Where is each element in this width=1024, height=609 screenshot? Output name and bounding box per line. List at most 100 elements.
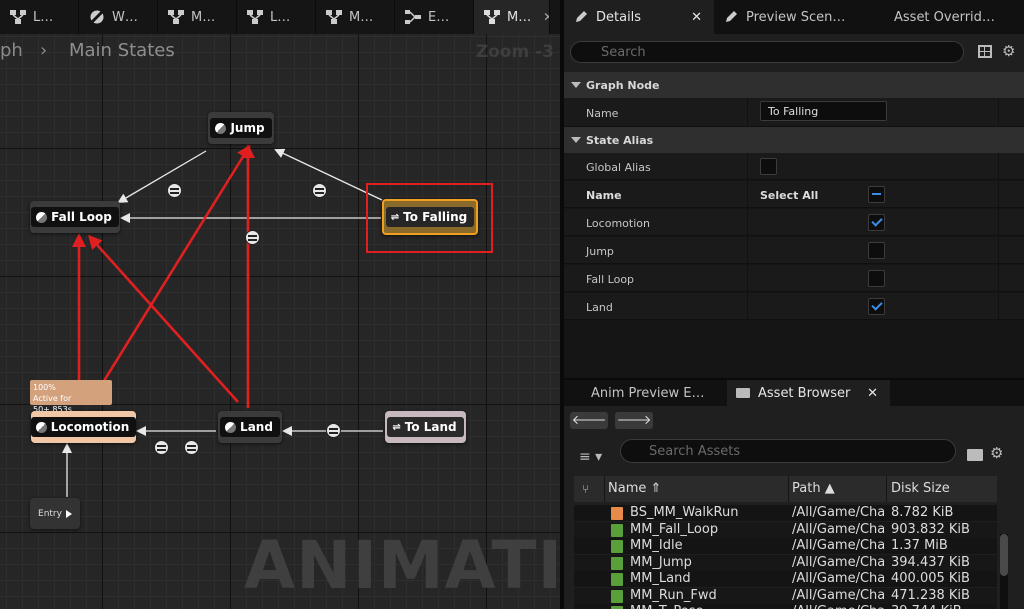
- transition-rule-icon[interactable]: [184, 440, 199, 455]
- close-icon[interactable]: ✕: [691, 10, 702, 25]
- column-disk-size[interactable]: Disk Size: [891, 481, 950, 496]
- tab-anim-preview-editor[interactable]: Anim Preview E…: [564, 380, 727, 406]
- asset-row[interactable]: MM_Jump/All/Game/Cha 394.437 KiB: [574, 554, 997, 571]
- asset-size: 1.37 MiB: [891, 538, 948, 553]
- asset-name: MM_Idle: [630, 538, 683, 553]
- branch-icon[interactable]: ⑂: [582, 482, 589, 496]
- asset-row[interactable]: MM_Run_Fwd/All/Game/Cha 471.238 KiB: [574, 587, 997, 604]
- state-icon: [36, 211, 48, 223]
- scrollbar-thumb[interactable]: [1000, 534, 1008, 576]
- state-checkbox-jump[interactable]: [868, 242, 885, 259]
- alias-icon: ⇌: [390, 211, 400, 223]
- gear-icon[interactable]: ⚙: [1002, 42, 1015, 60]
- property-row-state: Land: [564, 293, 1024, 320]
- transition-rule-icon[interactable]: [326, 423, 341, 438]
- animation-sequence-icon: [611, 540, 623, 553]
- state-icon: [225, 421, 237, 433]
- tab-asset-browser[interactable]: Asset Browser ✕: [727, 380, 890, 406]
- property-row-name: Name: [564, 98, 1024, 127]
- section-title: Graph Node: [586, 78, 660, 92]
- column-name[interactable]: Name ⇑: [608, 481, 661, 496]
- state-node-land[interactable]: Land: [218, 411, 282, 443]
- state-node-label: Fall Loop: [51, 210, 112, 224]
- gear-icon[interactable]: ⚙: [990, 444, 1003, 462]
- asset-row[interactable]: MM_Fall_Loop/All/Game/Cha 903.832 KiB: [574, 521, 997, 538]
- scrollbar[interactable]: [1000, 534, 1008, 609]
- details-icon: [576, 11, 587, 22]
- arrow-left-icon: 🡐: [571, 413, 607, 428]
- search-assets-input[interactable]: [620, 439, 956, 463]
- asset-row[interactable]: BS_MM_WalkRun/All/Game/Cha 8.782 KiB: [574, 505, 997, 521]
- asset-path: /All/Game/Cha: [792, 571, 884, 586]
- global-alias-checkbox[interactable]: [760, 158, 777, 175]
- entry-node[interactable]: Entry: [30, 498, 80, 529]
- state-checkbox-land[interactable]: [868, 298, 885, 315]
- close-icon[interactable]: ✕: [867, 386, 878, 401]
- caret-down-icon: [571, 137, 581, 143]
- transition-wires: [62, 144, 383, 497]
- property-matrix-icon[interactable]: [978, 45, 992, 58]
- red-arrow-4: [87, 234, 239, 403]
- asset-size: 903.832 KiB: [891, 521, 970, 537]
- section-state-alias[interactable]: State Alias: [564, 127, 1024, 153]
- asset-browser-panel: Anim Preview E… Asset Browser ✕ 🡐 🡒 ≡ ▾ …: [564, 380, 1024, 609]
- state-checkbox-fall-loop[interactable]: [868, 270, 885, 287]
- asset-size: 394.437 KiB: [891, 554, 970, 570]
- select-all-checkbox[interactable]: [868, 186, 885, 203]
- animation-sequence-icon: [611, 523, 623, 537]
- transition-rule-icon[interactable]: [167, 183, 182, 198]
- back-button[interactable]: 🡐: [570, 412, 608, 429]
- transition-rule-icon[interactable]: [245, 230, 260, 245]
- property-label: Name: [586, 189, 622, 202]
- transition-rule-icon[interactable]: [312, 183, 327, 198]
- exec-pin-icon[interactable]: [65, 509, 72, 518]
- property-row-state: Fall Loop: [564, 265, 1024, 292]
- animation-sequence-icon: [611, 556, 623, 570]
- alias-node-to-falling[interactable]: ⇌ To Falling: [382, 199, 478, 235]
- column-path[interactable]: Path ▲: [792, 481, 835, 496]
- select-all-label: Select All: [760, 189, 819, 202]
- asset-name: MM_T_Pose: [630, 604, 786, 609]
- asset-path: /All/Game/Cha: [792, 505, 884, 520]
- state-checkbox-locomotion[interactable]: [868, 214, 885, 231]
- state-node-label: To Land: [404, 420, 457, 434]
- tab-details[interactable]: Details ✕: [564, 0, 714, 34]
- asset-size: 471.238 KiB: [891, 587, 970, 603]
- property-row-states-header: Name Select All: [564, 181, 1024, 208]
- asset-path: /All/Game/Cha: [792, 538, 884, 553]
- asset-name: MM_Land: [630, 571, 691, 586]
- asset-row[interactable]: MM_Land/All/Game/Cha 400.005 KiB: [574, 571, 997, 587]
- pencil-icon: [726, 11, 737, 22]
- asset-name: MM_Jump: [630, 554, 692, 570]
- property-row-state: Locomotion: [564, 209, 1024, 236]
- asset-path: /All/Game/Cha: [792, 587, 884, 603]
- state-icon: [35, 421, 47, 433]
- state-node-locomotion[interactable]: Locomotion: [30, 411, 137, 443]
- forward-button[interactable]: 🡒: [615, 412, 653, 429]
- tab-preview-scene[interactable]: Preview Scen…: [714, 0, 881, 34]
- asset-tab-bar: Anim Preview E… Asset Browser ✕: [564, 380, 1024, 406]
- details-search-input[interactable]: [570, 41, 964, 63]
- alias-node-to-land[interactable]: ⇌ To Land: [385, 411, 466, 443]
- asset-row[interactable]: MM_Idle/All/Game/Cha 1.37 MiB: [574, 538, 997, 554]
- blend-space-asset-icon: [611, 507, 623, 520]
- graph-canvas[interactable]: L… W… M… L… M… E… M … ph › Main States Z…: [0, 0, 560, 609]
- filter-icon[interactable]: ≡ ▾: [579, 449, 602, 465]
- tab-label: Details: [596, 9, 642, 25]
- property-label: Jump: [586, 245, 614, 258]
- state-node-jump[interactable]: Jump: [208, 112, 274, 144]
- asset-size: 39.744 KiB: [891, 604, 995, 609]
- section-graph-node[interactable]: Graph Node: [564, 72, 1024, 98]
- tab-asset-override[interactable]: Asset Overrid…: [881, 0, 1024, 34]
- state-icon: [215, 122, 227, 134]
- folder-search-icon: [736, 388, 750, 398]
- asset-row[interactable]: MM_T_Pose/All/Game/Cha 39.744 KiB: [574, 604, 997, 609]
- name-field[interactable]: [760, 101, 887, 121]
- property-label: Land: [586, 301, 613, 314]
- state-node-fall-loop[interactable]: Fall Loop: [30, 201, 120, 233]
- asset-name: MM_Fall_Loop: [630, 521, 719, 537]
- transition-rule-icon[interactable]: [154, 440, 169, 455]
- property-label: Fall Loop: [586, 273, 635, 286]
- folder-icon[interactable]: [967, 449, 983, 461]
- property-label: Locomotion: [586, 217, 650, 230]
